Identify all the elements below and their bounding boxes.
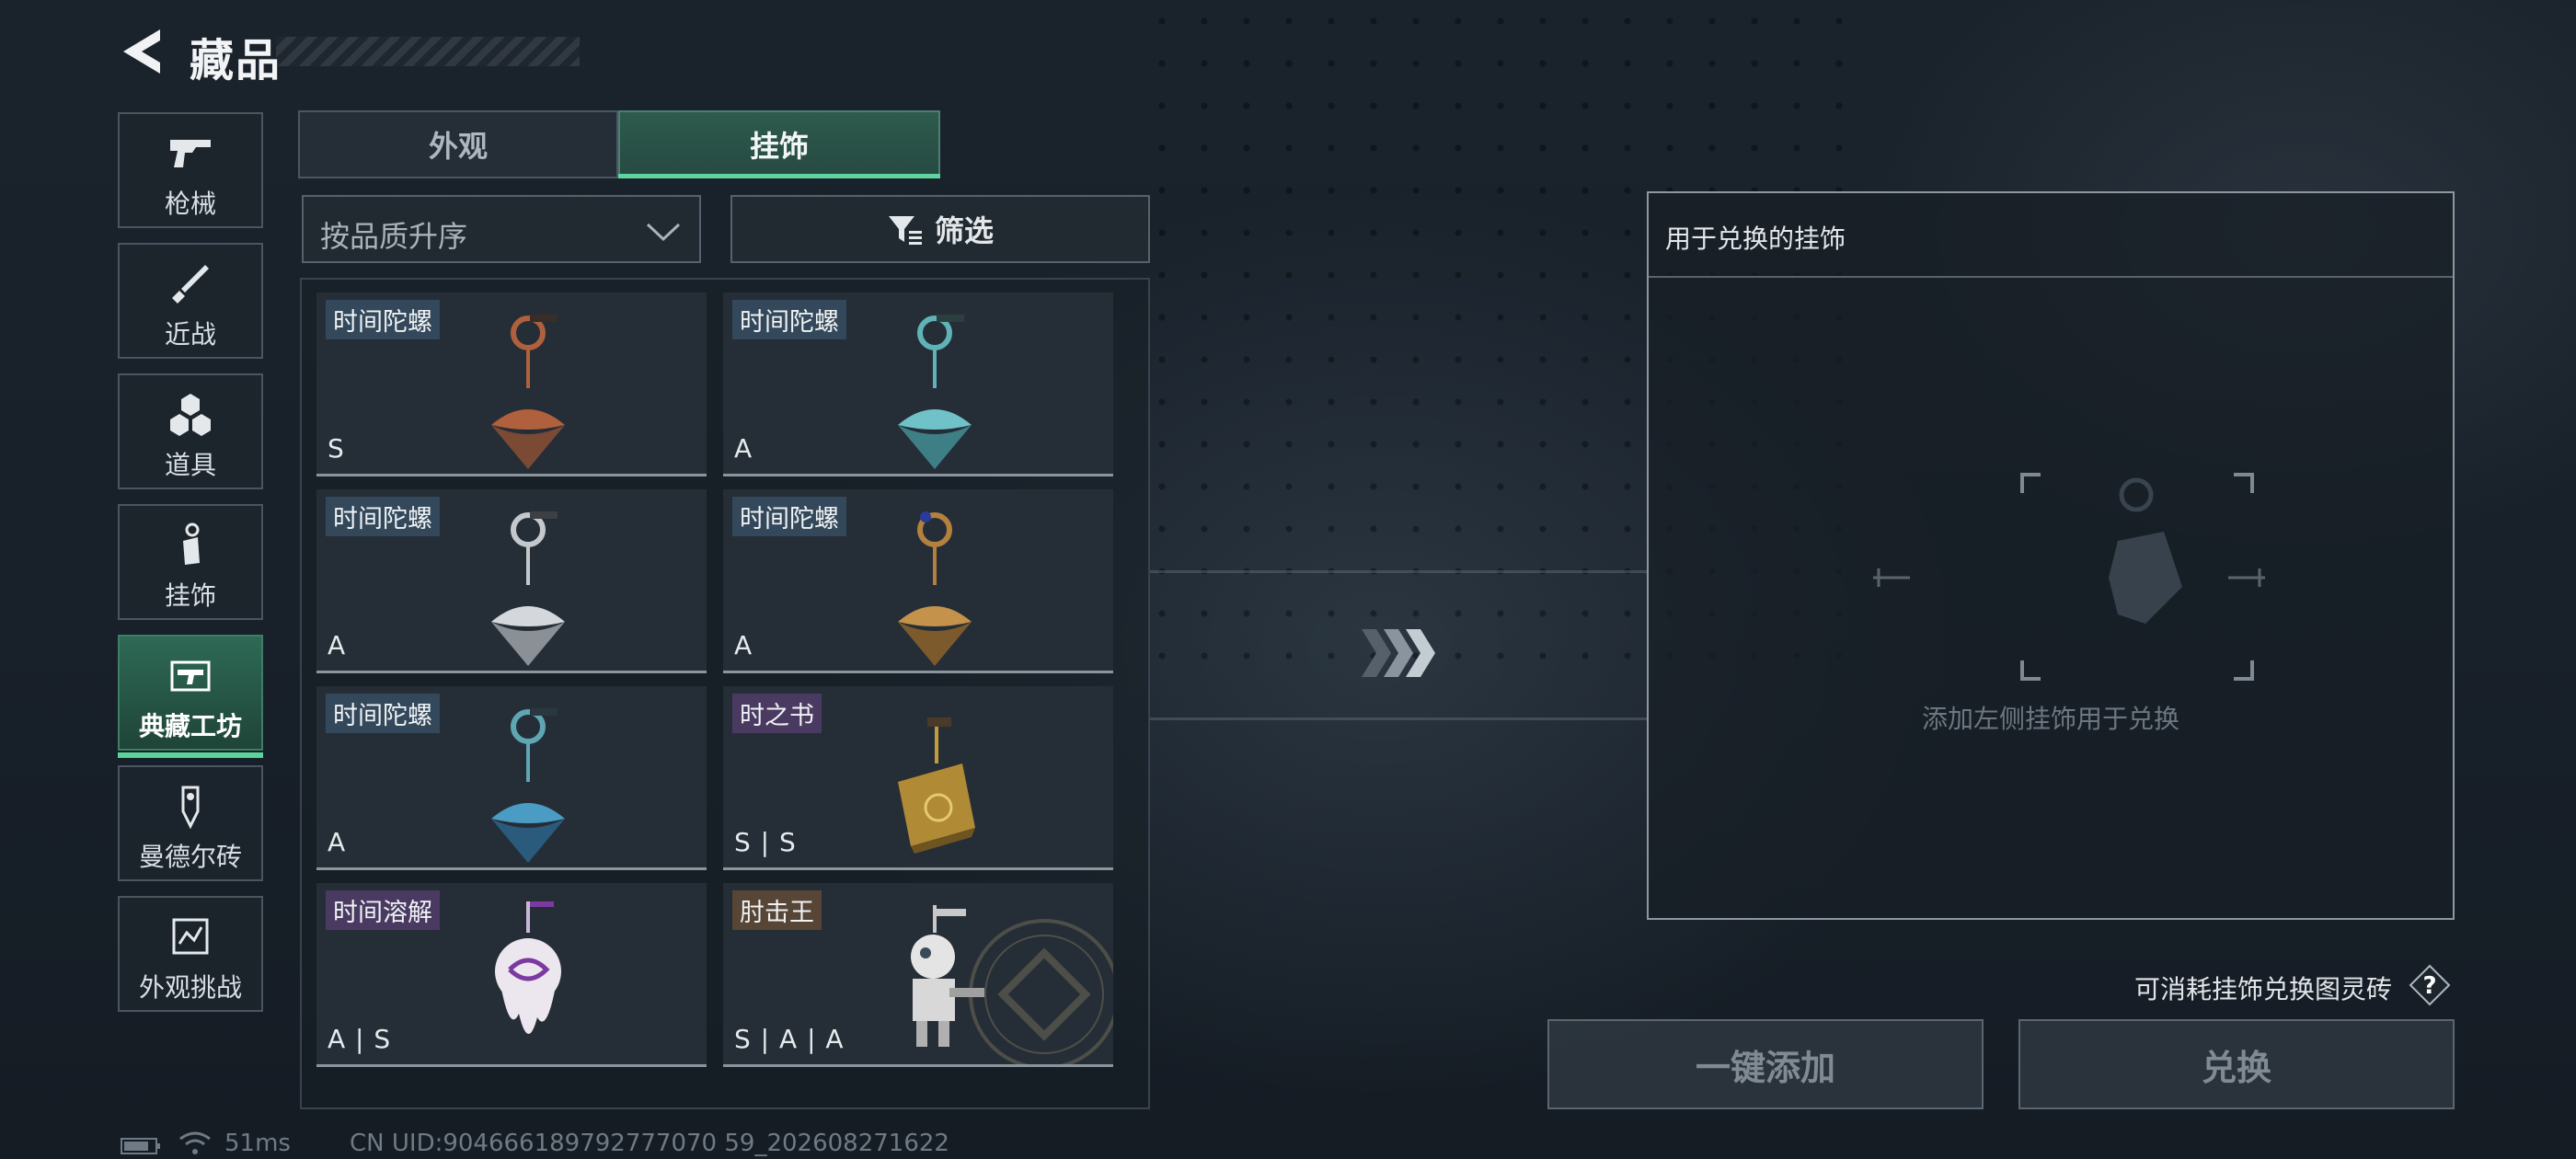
- filter-label: 筛选: [934, 213, 994, 248]
- uid-text: CN UID:904666189792777070 59_20260827162…: [350, 1130, 949, 1157]
- help-icon[interactable]: ?: [2409, 964, 2451, 1006]
- sidebar-item-charms[interactable]: 挂饰: [118, 504, 263, 620]
- charm-name-tag: 时间陀螺: [326, 694, 440, 733]
- charm-name-tag: 时间陀螺: [732, 300, 846, 339]
- melting-clock-charm-image: [495, 901, 561, 1035]
- filter-icon: [888, 216, 922, 245]
- sidebar-item-label: 道具: [164, 450, 216, 480]
- sidebar-item-guns[interactable]: 枪械: [118, 112, 263, 228]
- charm-card[interactable]: 时间陀螺 A: [316, 489, 707, 673]
- divider: [1649, 276, 2453, 278]
- connector-line: [1150, 717, 1647, 720]
- tab-appearance[interactable]: 外观: [298, 110, 618, 178]
- sidebar-item-workshop[interactable]: 典藏工坊: [118, 635, 263, 758]
- triple-chevron-icon: [1362, 629, 1435, 677]
- charm-name-tag: 时间陀螺: [732, 497, 846, 536]
- sidebar-item-label: 枪械: [164, 189, 216, 219]
- charm-grade: A: [734, 630, 753, 660]
- spinning-top-charm-image: [491, 511, 565, 666]
- book-charm-image: [898, 717, 975, 854]
- sidebar-item-challenge[interactable]: 外观挑战: [118, 896, 263, 1012]
- charm-grade: A: [328, 827, 347, 857]
- sidebar-item-melee[interactable]: 近战: [118, 243, 263, 359]
- empty-charm-slot-icon: [1873, 473, 2265, 681]
- charm-grade: S | S: [734, 827, 797, 857]
- sidebar-item-brick[interactable]: 曼德尔砖: [118, 765, 263, 881]
- sort-dropdown[interactable]: 按品质升序: [302, 195, 701, 263]
- sidebar-item-label: 曼德尔砖: [138, 842, 242, 872]
- charm-grade: A | S: [328, 1024, 392, 1054]
- charm-grade: S | A | A: [734, 1024, 845, 1054]
- charm-name-tag: 时间陀螺: [326, 497, 440, 536]
- ping-text: 51ms: [224, 1130, 291, 1157]
- back-arrow-icon[interactable]: [118, 26, 164, 77]
- sidebar-item-label: 近战: [164, 319, 216, 350]
- page-title: 藏品: [190, 35, 282, 86]
- spinning-top-charm-image: [491, 708, 565, 863]
- charm-card[interactable]: 时间陀螺 A: [723, 489, 1113, 673]
- exchange-button[interactable]: 兑换: [2018, 1019, 2455, 1109]
- connector-line: [1150, 570, 1647, 573]
- exchange-panel-title: 用于兑换的挂饰: [1665, 224, 1846, 254]
- charm-grade: A: [734, 433, 753, 464]
- charm-grade: S: [328, 433, 345, 464]
- knife-icon: [172, 265, 209, 304]
- exchange-button-label: 兑换: [2201, 1047, 2271, 1088]
- sidebar-item-items[interactable]: 道具: [118, 373, 263, 489]
- exchange-panel: 用于兑换的挂饰 添加左侧挂饰用于兑换: [1647, 191, 2455, 920]
- add-all-button[interactable]: 一键添加: [1547, 1019, 1984, 1109]
- svg-text:?: ?: [2422, 972, 2436, 1000]
- charm-grade: A: [328, 630, 347, 660]
- exchange-note: 可消耗挂饰兑换图灵砖: [2134, 974, 2393, 1004]
- charm-card[interactable]: 时间陀螺 S: [316, 293, 707, 476]
- filter-button[interactable]: 筛选: [730, 195, 1150, 263]
- wifi-icon: [179, 1131, 211, 1154]
- title-decoration: [276, 37, 580, 66]
- sidebar-item-label: 典藏工坊: [138, 711, 242, 741]
- chevron-down-icon: [646, 223, 681, 242]
- charm-card[interactable]: 时之书 S | S: [723, 686, 1113, 870]
- gun-icon: [170, 140, 211, 167]
- sort-value: 按品质升序: [320, 219, 468, 254]
- robot-charm-image: [911, 905, 984, 1047]
- spinning-top-charm-image: [898, 511, 972, 666]
- empty-hint-text: 添加左侧挂饰用于兑换: [1921, 704, 2179, 734]
- add-all-button-label: 一键添加: [1695, 1047, 1835, 1088]
- tab-charms[interactable]: 挂饰: [618, 110, 940, 178]
- charm-card[interactable]: 时间陀螺 A: [723, 293, 1113, 476]
- battery-icon: [121, 1138, 160, 1154]
- charm-name-tag: 时间溶解: [326, 890, 440, 930]
- charm-name-tag: 时之书: [732, 694, 822, 733]
- spinning-top-charm-image: [898, 315, 972, 469]
- cubes-icon: [170, 394, 211, 436]
- charm-name-tag: 时间陀螺: [326, 300, 440, 339]
- charm-card[interactable]: 肘击王 S | A | A: [723, 883, 1113, 1067]
- brick-icon: [181, 786, 200, 830]
- charm-name-tag: 肘击王: [732, 890, 822, 930]
- charm-card[interactable]: 时间陀螺 A: [316, 686, 707, 870]
- spinning-top-charm-image: [491, 315, 565, 469]
- challenge-icon: [172, 918, 209, 955]
- charm-card[interactable]: 时间溶解 A | S: [316, 883, 707, 1067]
- workshop-icon: [170, 660, 211, 692]
- sidebar-item-label: 外观挑战: [138, 972, 242, 1003]
- charm-icon: [183, 522, 200, 565]
- sidebar-item-label: 挂饰: [164, 580, 216, 611]
